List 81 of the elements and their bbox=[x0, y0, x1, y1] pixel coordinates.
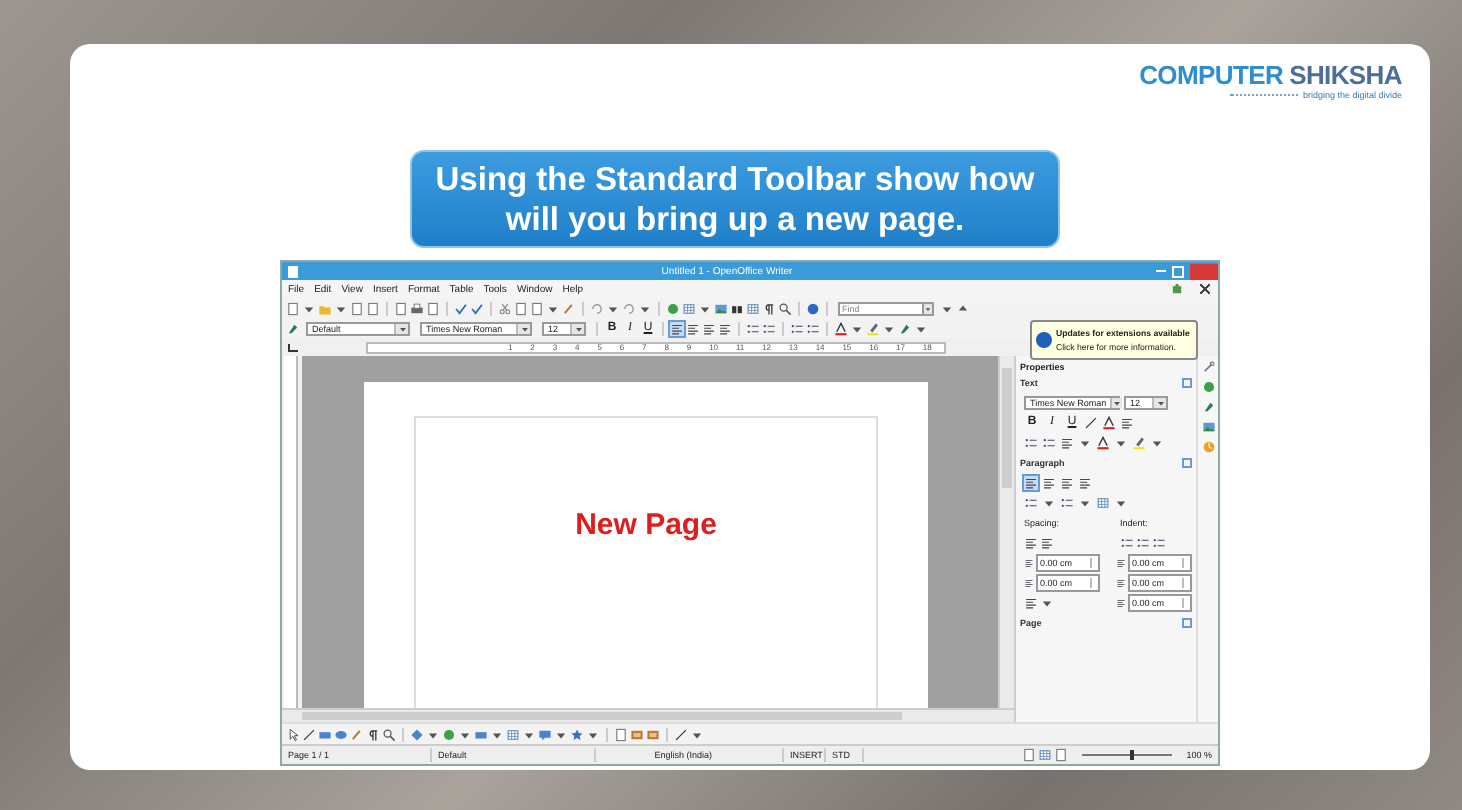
list-icon[interactable] bbox=[1120, 535, 1134, 549]
up-arrow-icon[interactable] bbox=[956, 301, 970, 315]
align-icon[interactable] bbox=[718, 321, 732, 335]
vertical-scrollbar[interactable] bbox=[998, 356, 1014, 708]
table-icon[interactable] bbox=[1038, 748, 1053, 762]
align-icon[interactable] bbox=[1116, 597, 1126, 607]
table-icon[interactable] bbox=[682, 301, 696, 315]
page-icon[interactable] bbox=[286, 301, 300, 315]
list-icon[interactable] bbox=[790, 321, 804, 335]
list-icon[interactable] bbox=[1060, 495, 1074, 509]
highlighter-icon[interactable] bbox=[866, 321, 880, 335]
align-icon[interactable] bbox=[670, 321, 684, 335]
list-icon[interactable] bbox=[762, 321, 776, 335]
align-icon[interactable] bbox=[1116, 577, 1126, 587]
picture-icon[interactable] bbox=[1201, 420, 1215, 434]
align-icon[interactable] bbox=[1042, 475, 1056, 489]
font-color-icon[interactable] bbox=[1096, 435, 1110, 449]
align-icon[interactable] bbox=[1024, 557, 1034, 567]
magnifier-icon[interactable] bbox=[382, 727, 396, 741]
align-icon[interactable] bbox=[1024, 595, 1038, 609]
scissors-icon[interactable] bbox=[498, 301, 512, 315]
align-icon[interactable] bbox=[1024, 475, 1038, 489]
scroll-thumb[interactable] bbox=[1002, 368, 1012, 488]
align-icon[interactable] bbox=[1024, 535, 1038, 549]
page-icon[interactable] bbox=[614, 727, 628, 741]
logo-wordmark: SHIKSHA bbox=[1289, 60, 1402, 90]
ellipse-icon[interactable] bbox=[334, 727, 348, 741]
list-icon[interactable] bbox=[746, 321, 760, 335]
align-icon[interactable] bbox=[686, 321, 700, 335]
align-icon[interactable] bbox=[702, 321, 716, 335]
line-icon[interactable] bbox=[302, 727, 316, 741]
rectangle-icon[interactable] bbox=[474, 727, 488, 741]
caret-icon[interactable] bbox=[573, 323, 583, 333]
tab-stop-icon[interactable] bbox=[288, 343, 298, 351]
document-text: New Page bbox=[575, 508, 717, 544]
table-icon[interactable] bbox=[1096, 495, 1110, 509]
printer-icon[interactable] bbox=[410, 301, 424, 315]
line-icon[interactable] bbox=[1084, 415, 1098, 429]
puzzle-icon[interactable] bbox=[1170, 282, 1184, 296]
list-icon[interactable] bbox=[1024, 435, 1038, 449]
logo-wordmark: COMPUTER bbox=[1139, 60, 1284, 90]
align-icon[interactable] bbox=[1060, 435, 1074, 449]
align-icon[interactable] bbox=[1060, 475, 1074, 489]
wrench-icon[interactable] bbox=[1201, 360, 1215, 374]
align-icon[interactable] bbox=[1040, 535, 1054, 549]
page-icon[interactable] bbox=[1054, 748, 1069, 762]
table-icon[interactable] bbox=[506, 727, 520, 741]
page-icon[interactable] bbox=[1022, 748, 1037, 762]
more-options-button[interactable] bbox=[1182, 378, 1192, 388]
list-icon[interactable] bbox=[806, 321, 820, 335]
picture-icon[interactable] bbox=[714, 301, 728, 315]
callout-icon[interactable] bbox=[538, 727, 552, 741]
more-options-button[interactable] bbox=[1182, 618, 1192, 628]
close-document-button[interactable] bbox=[1200, 284, 1210, 294]
font-color-icon[interactable] bbox=[834, 321, 848, 335]
page-icon[interactable] bbox=[426, 301, 440, 315]
horizontal-scrollbar[interactable] bbox=[282, 708, 1014, 722]
list-icon[interactable] bbox=[1042, 435, 1056, 449]
highlighter-icon[interactable] bbox=[1132, 435, 1146, 449]
caret-icon[interactable] bbox=[1155, 397, 1165, 407]
pilcrow-icon[interactable] bbox=[762, 301, 776, 315]
align-icon[interactable] bbox=[1024, 577, 1034, 587]
font-color-icon[interactable] bbox=[1102, 415, 1116, 429]
list-icon[interactable] bbox=[1152, 535, 1166, 549]
align-icon[interactable] bbox=[1078, 475, 1092, 489]
pilcrow-icon[interactable] bbox=[366, 727, 380, 741]
maximize-button[interactable] bbox=[1172, 265, 1184, 277]
align-icon[interactable] bbox=[1116, 557, 1126, 567]
list-icon[interactable] bbox=[1024, 495, 1038, 509]
caret-icon[interactable] bbox=[1112, 397, 1123, 407]
pointer-icon[interactable] bbox=[286, 727, 300, 741]
line-icon[interactable] bbox=[674, 727, 688, 741]
list-icon[interactable] bbox=[1136, 535, 1150, 549]
caret-icon[interactable] bbox=[397, 323, 407, 333]
slider-thumb[interactable] bbox=[1129, 750, 1134, 760]
magnifier-icon[interactable] bbox=[778, 301, 792, 315]
star-icon[interactable] bbox=[570, 727, 584, 741]
caret-icon[interactable] bbox=[519, 323, 529, 333]
align-icon[interactable] bbox=[1120, 415, 1134, 429]
slide-title: Using the Standard Toolbar show how will you bring up a new page. bbox=[410, 150, 1060, 248]
more-options-button[interactable] bbox=[1182, 458, 1192, 468]
